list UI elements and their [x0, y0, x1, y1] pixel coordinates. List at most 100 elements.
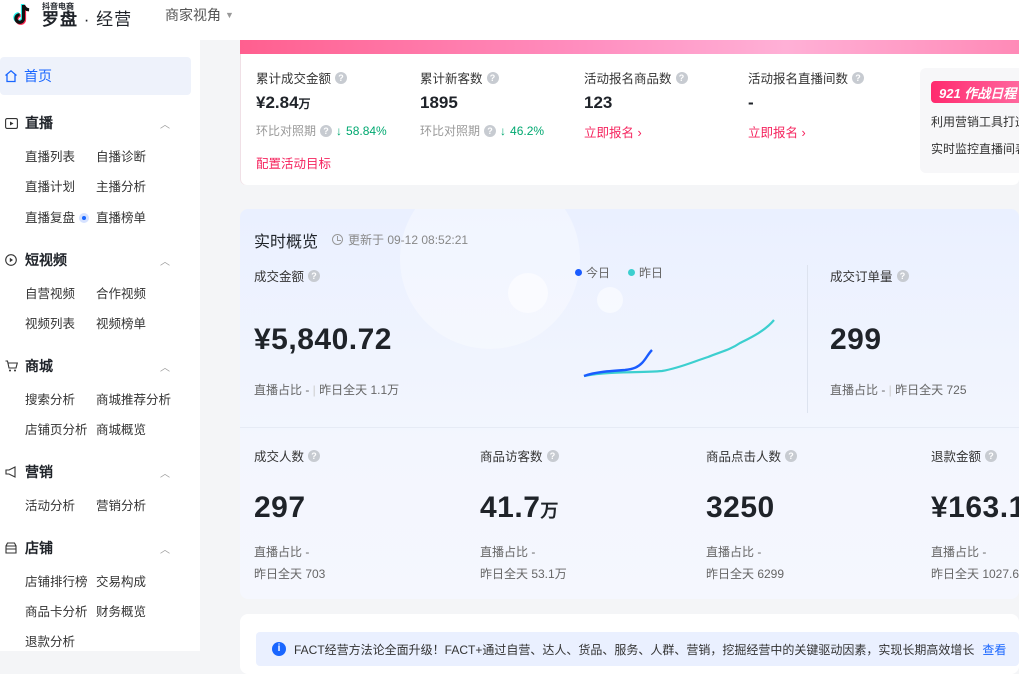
sidebar-item-product-card[interactable]: 商品卡分析: [25, 601, 88, 620]
chevron-up-icon: ︿: [160, 544, 170, 556]
help-icon[interactable]: ?: [985, 449, 998, 462]
promo-text: 利用营销工具打造: [931, 115, 1019, 129]
help-icon[interactable]: ?: [320, 124, 333, 137]
top-bar: 抖音电商 罗盘 · 经营 商家视角 ▼: [0, 0, 1019, 40]
sidebar-section-live[interactable]: 直播 ︿: [0, 113, 170, 133]
sidebar-item-anchor-analysis[interactable]: 主播分析: [96, 176, 146, 195]
help-icon[interactable]: ?: [308, 269, 321, 282]
sidebar-item-shop-page[interactable]: 店铺页分析: [25, 419, 88, 438]
metric-value: 41.7万: [480, 491, 559, 524]
logo-title: 罗盘 · 经营: [42, 9, 133, 29]
promo-panel[interactable]: 921 作战日程 利用营销工具打造 实时监控直播间表: [920, 68, 1019, 173]
help-icon[interactable]: ?: [335, 71, 348, 84]
metric-live-share: 直播占比 -: [480, 545, 536, 559]
sidebar-item-video-list[interactable]: 视频列表: [25, 313, 75, 332]
legend-label: 昨日: [639, 266, 664, 280]
sidebar-item-home[interactable]: 首页: [0, 57, 191, 95]
metric-yesterday: 昨日全天 703: [254, 567, 326, 581]
metric-label: 成交人数: [254, 450, 305, 464]
sidebar-item-video-ranking[interactable]: 视频榜单: [96, 313, 146, 332]
shop-icon: [4, 541, 18, 555]
legend-yesterday[interactable]: 昨日: [628, 264, 663, 281]
legend-today[interactable]: 今日: [575, 264, 610, 281]
sidebar-section-short-video[interactable]: 短视频 ︿: [0, 250, 170, 270]
metric-gmv[interactable]: 成交金额? ¥5,840.72 直播占比 - | 昨日全天 1.1万: [254, 266, 399, 398]
stat-registered-live-rooms: 活动报名直播间数? - 立即报名 ›: [748, 68, 865, 141]
help-icon[interactable]: ?: [675, 71, 688, 84]
sidebar-section-mall[interactable]: 商城 ︿: [0, 356, 170, 376]
divider: [807, 265, 808, 413]
metric-product-clicks[interactable]: 商品点击人数? 3250 直播占比 - 昨日全天 6299: [706, 446, 798, 582]
sidebar-item-shop-ranking[interactable]: 店铺排行榜: [25, 571, 88, 590]
compare-label: 环比对照期: [256, 124, 317, 138]
metric-product-visitors[interactable]: 商品访客数? 41.7万 直播占比 - 昨日全天 53.1万: [480, 446, 567, 582]
sidebar-section-shop[interactable]: 店铺 ︿: [0, 538, 170, 558]
douyin-logo-icon: [13, 4, 30, 25]
metric-value: 3250: [706, 491, 775, 524]
metric-buyers[interactable]: 成交人数? 297 直播占比 - 昨日全天 703: [254, 446, 325, 582]
metric-orders[interactable]: 成交订单量? 299 直播占比 - | 昨日全天 725: [830, 266, 967, 398]
sidebar-item-live-diagnosis[interactable]: 自播诊断: [96, 146, 146, 165]
sidebar-item-activity-analysis[interactable]: 活动分析: [25, 495, 75, 514]
divider: [240, 427, 1019, 428]
decorative-circle: [508, 273, 548, 313]
metric-live-share: 直播占比 -: [254, 383, 310, 397]
update-time-text: 更新于 09-12 08:52:21: [348, 233, 469, 247]
sidebar-item-live-list[interactable]: 直播列表: [25, 146, 75, 165]
stat-new-customers: 累计新客数? 1895 环比对照期? ↓ 46.2%: [420, 68, 544, 139]
sidebar-item-finance-overview[interactable]: 财务概览: [96, 601, 146, 620]
update-time: 更新于 09-12 08:52:21: [332, 231, 468, 248]
register-now-link[interactable]: 立即报名 ›: [584, 122, 688, 141]
help-icon[interactable]: ?: [852, 71, 865, 84]
perspective-label: 商家视角: [165, 7, 221, 23]
register-now-link[interactable]: 立即报名 ›: [748, 122, 864, 141]
sidebar-item-coop-video[interactable]: 合作视频: [96, 283, 146, 302]
stat-unit: 万: [298, 97, 311, 111]
stat-registered-products: 活动报名商品数? 123 立即报名 ›: [584, 68, 688, 141]
chevron-up-icon: ︿: [160, 256, 170, 268]
metric-yesterday: 昨日全天 53.1万: [480, 567, 567, 581]
promo-text: 实时监控直播间表: [931, 142, 1019, 156]
sidebar-item-self-video[interactable]: 自营视频: [25, 283, 75, 302]
section-title: 商城: [25, 358, 53, 374]
metric-yesterday: 昨日全天 6299: [706, 567, 785, 581]
help-icon[interactable]: ?: [486, 71, 499, 84]
sidebar-item-live-review[interactable]: 直播复盘: [25, 207, 90, 226]
section-title: 店铺: [25, 540, 53, 556]
sidebar-item-marketing-analysis[interactable]: 营销分析: [96, 495, 146, 514]
perspective-dropdown[interactable]: 商家视角 ▼: [165, 5, 234, 25]
legend-dot-yesterday: [628, 269, 636, 276]
metric-value: 299: [830, 323, 882, 356]
section-title: 短视频: [25, 252, 67, 268]
notice-more-link[interactable]: 查看: [982, 641, 1006, 658]
compare-value: 58.84%: [346, 123, 387, 138]
logo[interactable]: 抖音电商 罗盘 · 经营: [10, 0, 132, 30]
help-icon[interactable]: ?: [484, 124, 497, 137]
section-title: 直播: [25, 115, 53, 131]
sidebar-item-live-ranking[interactable]: 直播榜单: [96, 207, 146, 226]
metric-label: 商品点击人数: [706, 450, 782, 464]
stat-value: 1895: [420, 93, 458, 112]
help-icon[interactable]: ?: [546, 449, 559, 462]
help-icon[interactable]: ?: [896, 269, 909, 282]
sidebar-item-trade-composition[interactable]: 交易构成: [96, 571, 146, 590]
config-activity-goal-link[interactable]: 配置活动目标: [256, 153, 331, 172]
sidebar-section-marketing[interactable]: 营销 ︿: [0, 462, 170, 482]
sidebar-item-mall-recommend[interactable]: 商城推荐分析: [96, 389, 171, 408]
promo-badge: 921 作战日程: [931, 81, 1019, 103]
help-icon[interactable]: ?: [308, 449, 321, 462]
sidebar-item-refund-analysis[interactable]: 退款分析: [25, 631, 75, 650]
metric-label: 商品访客数: [480, 450, 543, 464]
metric-refund[interactable]: 退款金额? ¥163.19 直播占比 - 昨日全天 1027.6: [931, 446, 1019, 582]
help-icon[interactable]: ?: [785, 449, 798, 462]
metric-value: ¥5,840.72: [254, 323, 392, 356]
notice-bar: i FACT经营方法论全面升级！FACT+通过自营、达人、货品、服务、人群、营销…: [256, 632, 1019, 666]
sidebar-item-search-analysis[interactable]: 搜索分析: [25, 389, 75, 408]
metric-live-share: 直播占比 -: [706, 545, 762, 559]
stat-value: -: [748, 93, 754, 112]
sidebar-item-live-plan[interactable]: 直播计划: [25, 176, 75, 195]
metric-yesterday: 昨日全天 1027.6: [931, 567, 1019, 581]
sidebar-item-mall-overview[interactable]: 商城概览: [96, 419, 146, 438]
stat-label: 累计成交金额: [256, 72, 332, 86]
new-dot-icon: [79, 213, 90, 223]
